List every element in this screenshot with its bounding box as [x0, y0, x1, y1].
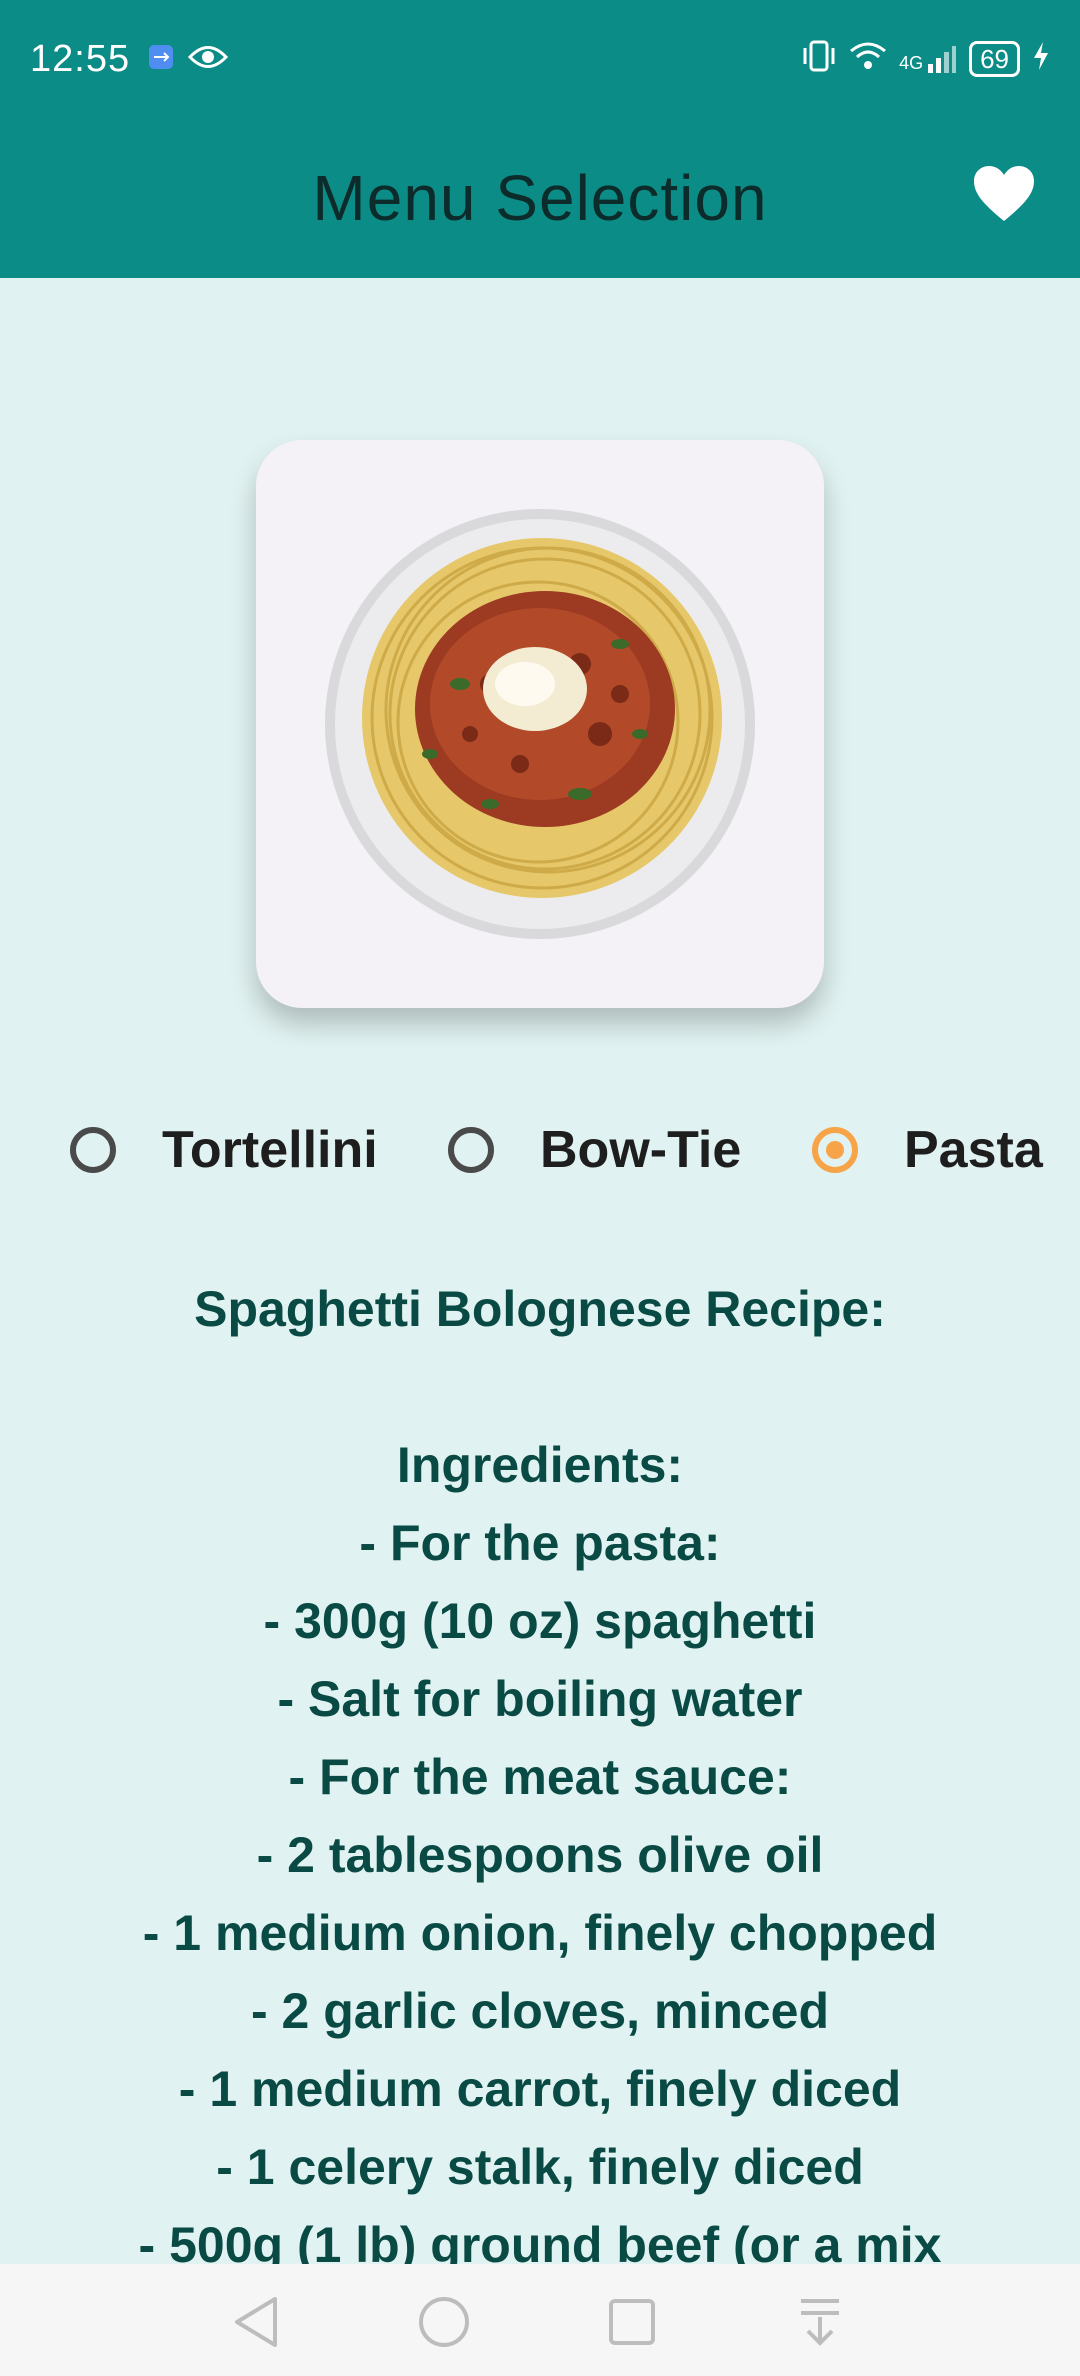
recipe-line: - 2 tablespoons olive oil	[256, 1827, 824, 1883]
battery-icon: 69	[969, 41, 1020, 77]
radio-option-pasta[interactable]: Pasta	[812, 1110, 1043, 1190]
heart-icon	[974, 166, 1034, 221]
signal-icon: 4G	[899, 44, 957, 74]
recipe-line: - For the pasta:	[359, 1515, 721, 1571]
eye-icon	[188, 44, 229, 75]
recipe-title: Spaghetti Bolognese Recipe:	[194, 1281, 886, 1337]
recents-icon	[609, 2299, 655, 2345]
network-type: 4G	[899, 53, 924, 73]
recipe-line: - For the meat sauce:	[288, 1749, 792, 1805]
home-icon	[419, 2297, 469, 2347]
recipe-line: - 300g (10 oz) spaghetti	[263, 1593, 817, 1649]
food-image-card	[256, 440, 824, 1008]
radio-unchecked-icon	[70, 1127, 116, 1173]
favorite-button[interactable]	[964, 154, 1044, 234]
radio-label: Bow-Tie	[540, 1121, 742, 1179]
notification-pull-icon	[801, 2299, 839, 2346]
wifi-icon	[849, 41, 887, 78]
vibrate-icon	[801, 39, 837, 80]
page-title: Menu Selection	[312, 162, 768, 234]
recipe-line: - 1 celery stalk, finely diced	[216, 2139, 864, 2195]
recipe-line: - 1 medium carrot, finely diced	[178, 2061, 902, 2117]
status-bar: 12:55 4G 69	[0, 0, 1080, 118]
notification-pull-button[interactable]	[790, 2292, 850, 2352]
home-button[interactable]	[414, 2292, 474, 2352]
recipe-line: - Salt for boiling water	[277, 1671, 803, 1727]
spaghetti-plate-image	[325, 509, 755, 939]
radio-label: Pasta	[904, 1121, 1043, 1179]
status-time: 12:55	[30, 37, 131, 80]
radio-checked-icon	[812, 1127, 858, 1173]
pasta-radio-group: Tortellini Bow-Tie Pasta	[0, 1110, 1080, 1190]
charging-icon	[1032, 41, 1050, 78]
recipe-line: - 1 medium onion, finely chopped	[142, 1905, 938, 1961]
radio-label: Tortellini	[162, 1121, 378, 1179]
radio-unchecked-icon	[448, 1127, 494, 1173]
usb-icon	[148, 44, 174, 75]
radio-option-tortellini[interactable]: Tortellini	[70, 1110, 378, 1190]
back-icon	[235, 2297, 277, 2347]
back-button[interactable]	[226, 2292, 286, 2352]
recipe-line: - 2 garlic cloves, minced	[250, 1983, 830, 2039]
app-bar: Menu Selection	[0, 118, 1080, 278]
recents-button[interactable]	[602, 2292, 662, 2352]
recipe-text: Spaghetti Bolognese Recipe: Ingredients:…	[0, 1270, 1080, 2284]
system-nav-bar	[0, 2264, 1080, 2376]
recipe-line: Ingredients:	[396, 1437, 684, 1493]
battery-level: 69	[969, 41, 1020, 77]
radio-option-bow-tie[interactable]: Bow-Tie	[448, 1110, 741, 1190]
